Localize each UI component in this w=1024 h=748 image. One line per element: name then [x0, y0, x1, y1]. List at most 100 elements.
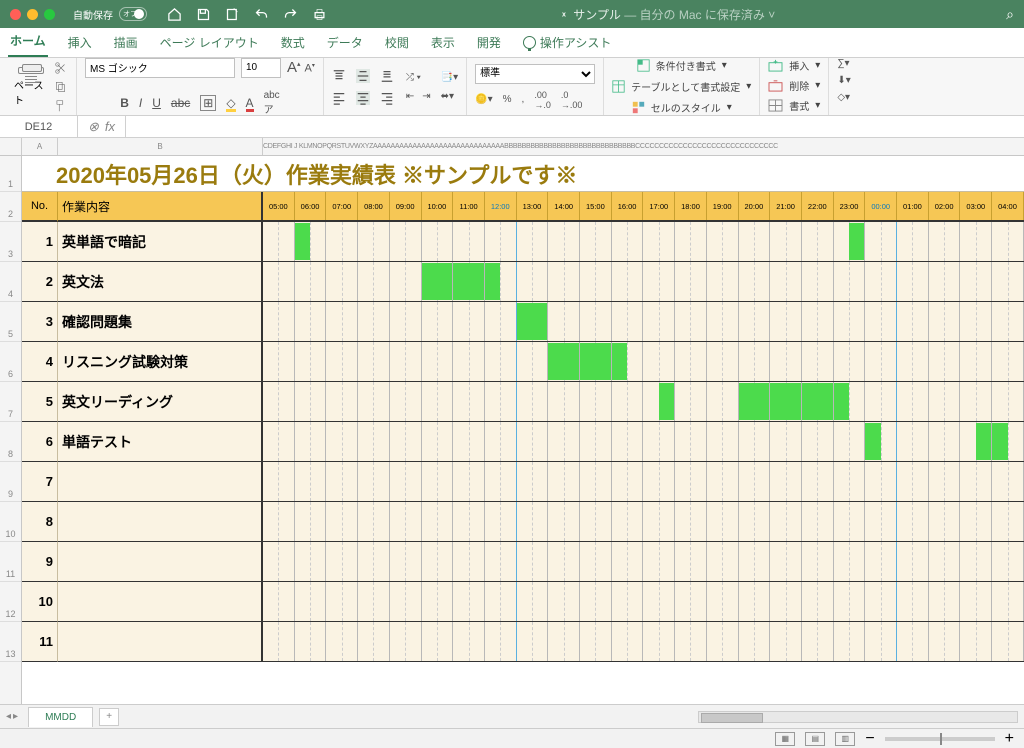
schedule-cell[interactable]	[358, 622, 390, 661]
schedule-cell[interactable]	[295, 342, 327, 381]
paste-button[interactable]: ペースト	[14, 67, 48, 107]
schedule-cell[interactable]	[358, 502, 390, 541]
schedule-cell[interactable]	[390, 542, 422, 581]
schedule-cell[interactable]	[897, 502, 929, 541]
schedule-cell[interactable]	[834, 542, 866, 581]
new-icon[interactable]	[225, 7, 240, 22]
schedule-cell[interactable]	[992, 462, 1024, 501]
schedule-cell[interactable]	[548, 462, 580, 501]
schedule-cell[interactable]	[865, 342, 897, 381]
schedule-cell[interactable]	[422, 542, 454, 581]
schedule-cell[interactable]	[675, 222, 707, 261]
schedule-cell[interactable]	[865, 422, 897, 461]
schedule-cell[interactable]	[263, 622, 295, 661]
align-right-icon[interactable]	[380, 91, 394, 105]
schedule-cell[interactable]	[390, 262, 422, 301]
row-task[interactable]: 英文法	[58, 262, 263, 302]
schedule-cell[interactable]	[834, 582, 866, 621]
schedule-cell[interactable]	[390, 342, 422, 381]
schedule-cell[interactable]	[453, 342, 485, 381]
schedule-cell[interactable]	[358, 542, 390, 581]
number-format-select[interactable]: 標準	[475, 64, 595, 84]
row-header[interactable]: 7	[0, 382, 21, 422]
currency-button[interactable]: 🪙▾	[475, 94, 492, 105]
schedule-cell[interactable]	[295, 262, 327, 301]
schedule-cell[interactable]	[517, 622, 549, 661]
schedule-cell[interactable]	[326, 582, 358, 621]
schedule-cell[interactable]	[834, 502, 866, 541]
align-middle-icon[interactable]	[356, 69, 370, 83]
schedule-cell[interactable]	[548, 302, 580, 341]
copy-icon[interactable]	[54, 80, 68, 94]
row-header[interactable]: 8	[0, 422, 21, 462]
schedule-cell[interactable]	[612, 542, 644, 581]
schedule-cell[interactable]	[929, 262, 961, 301]
strike-button[interactable]: abc	[171, 96, 190, 110]
schedule-cell[interactable]	[263, 422, 295, 461]
schedule-cell[interactable]	[739, 302, 771, 341]
schedule-cell[interactable]	[739, 342, 771, 381]
phonetic-button[interactable]: abcア	[264, 90, 280, 116]
autosum-button[interactable]: ∑▾	[837, 58, 850, 69]
schedule-cell[interactable]	[707, 222, 739, 261]
schedule-cell[interactable]	[992, 542, 1024, 581]
schedule-cell[interactable]	[960, 582, 992, 621]
schedule-cell[interactable]	[770, 582, 802, 621]
schedule-cell[interactable]	[548, 422, 580, 461]
schedule-cell[interactable]	[453, 622, 485, 661]
cell-styles-button[interactable]: セルのスタイル ▾	[632, 100, 732, 115]
schedule-cell[interactable]	[612, 502, 644, 541]
row-no[interactable]: 1	[22, 222, 58, 262]
schedule-cell[interactable]	[580, 422, 612, 461]
schedule-cell[interactable]	[802, 262, 834, 301]
schedule-cell[interactable]	[548, 342, 580, 381]
schedule-cell[interactable]	[960, 222, 992, 261]
schedule-cell[interactable]	[897, 302, 929, 341]
zoom-slider[interactable]	[885, 737, 995, 741]
schedule-cell[interactable]	[517, 342, 549, 381]
schedule-cell[interactable]	[865, 462, 897, 501]
name-box[interactable]: DE12	[0, 116, 78, 137]
schedule-cell[interactable]	[326, 382, 358, 421]
schedule-cell[interactable]	[739, 382, 771, 421]
view-page-icon[interactable]: ▤	[805, 732, 825, 746]
schedule-cell[interactable]	[897, 622, 929, 661]
schedule-cell[interactable]	[992, 262, 1024, 301]
tab-data[interactable]: データ	[325, 28, 365, 57]
schedule-cell[interactable]	[929, 582, 961, 621]
row-no[interactable]: 3	[22, 302, 58, 342]
schedule-cell[interactable]	[548, 262, 580, 301]
schedule-cell[interactable]	[422, 422, 454, 461]
schedule-cell[interactable]	[992, 222, 1024, 261]
schedule-cell[interactable]	[326, 422, 358, 461]
schedule-cell[interactable]	[739, 622, 771, 661]
row-no[interactable]: 2	[22, 262, 58, 302]
schedule-cell[interactable]	[422, 462, 454, 501]
row-no[interactable]: 5	[22, 382, 58, 422]
schedule-cell[interactable]	[834, 342, 866, 381]
schedule-cell[interactable]	[580, 622, 612, 661]
col-header[interactable]: B	[58, 138, 263, 155]
schedule-cell[interactable]	[992, 622, 1024, 661]
schedule-cell[interactable]	[992, 582, 1024, 621]
schedule-cell[interactable]	[929, 462, 961, 501]
schedule-cell[interactable]	[295, 462, 327, 501]
schedule-cell[interactable]	[707, 262, 739, 301]
schedule-cell[interactable]	[707, 462, 739, 501]
schedule-cell[interactable]	[739, 462, 771, 501]
schedule-cell[interactable]	[326, 342, 358, 381]
schedule-cell[interactable]	[580, 502, 612, 541]
wrap-text-button[interactable]: 📑▾	[441, 72, 458, 83]
schedule-cell[interactable]	[485, 502, 517, 541]
schedule-cell[interactable]	[897, 222, 929, 261]
schedule-cell[interactable]	[422, 222, 454, 261]
schedule-cell[interactable]	[390, 582, 422, 621]
schedule-cell[interactable]	[929, 422, 961, 461]
row-no[interactable]: 9	[22, 542, 58, 582]
schedule-cell[interactable]	[358, 382, 390, 421]
schedule-cell[interactable]	[739, 262, 771, 301]
schedule-cell[interactable]	[675, 382, 707, 421]
clear-button[interactable]: ◇▾	[837, 92, 850, 103]
fx-button[interactable]: ⊗fx	[78, 116, 126, 137]
schedule-cell[interactable]	[580, 262, 612, 301]
